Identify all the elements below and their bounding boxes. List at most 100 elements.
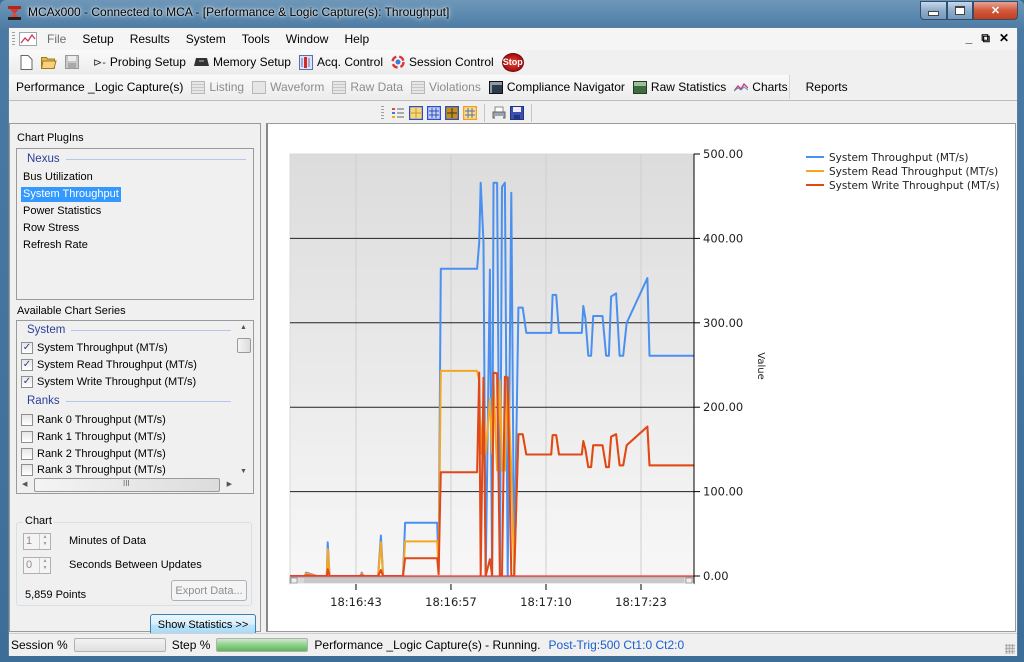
plugin-group-name: Nexus bbox=[27, 153, 60, 165]
minimize-button[interactable] bbox=[920, 1, 947, 20]
legend-icon[interactable] bbox=[391, 106, 405, 120]
listing-button[interactable]: Listing bbox=[187, 76, 248, 98]
charts-label: Charts bbox=[752, 80, 788, 94]
series-group-header-ranks: Ranks bbox=[27, 395, 231, 407]
menu-system[interactable]: System bbox=[178, 29, 234, 49]
title-bar[interactable]: MCAx000 - Connected to MCA - [Performanc… bbox=[0, 0, 1024, 26]
session-progress-bar bbox=[73, 638, 166, 652]
plugin-item-power-statistics[interactable]: Power Statistics bbox=[21, 204, 103, 219]
mdi-restore-icon[interactable]: ⧉ bbox=[981, 31, 990, 46]
chart-zoom-reset-icon bbox=[290, 577, 298, 584]
mdi-close-icon[interactable]: ✕ bbox=[999, 31, 1009, 46]
probing-setup-button[interactable]: ⊳- Probing Setup bbox=[89, 51, 190, 73]
violations-icon bbox=[411, 80, 426, 94]
menu-help[interactable]: Help bbox=[336, 29, 377, 49]
close-button[interactable]: ✕ bbox=[973, 1, 1018, 20]
acq-control-button[interactable]: Acq. Control bbox=[295, 51, 387, 73]
resize-grip[interactable] bbox=[1005, 644, 1015, 654]
reports-button[interactable]: Reports bbox=[792, 76, 852, 98]
scroll-right-icon[interactable]: ▶ bbox=[227, 480, 232, 488]
plugin-item-refresh-rate[interactable]: Refresh Rate bbox=[21, 238, 90, 253]
menu-setup[interactable]: Setup bbox=[74, 29, 121, 49]
series-label: Rank 0 Throughput (MT/s) bbox=[37, 414, 166, 426]
compliance-navigator-button[interactable]: Compliance Navigator bbox=[485, 76, 629, 98]
raw-data-icon bbox=[332, 80, 347, 94]
series-label: Rank 3 Throughput (MT/s) bbox=[37, 464, 166, 476]
maximize-button[interactable] bbox=[947, 1, 973, 20]
series-item[interactable]: ✓ System Write Throughput (MT/s) bbox=[21, 376, 196, 388]
spinner-arrows-icon[interactable]: ▲ ▼ bbox=[39, 558, 50, 573]
menu-grip[interactable] bbox=[12, 32, 15, 46]
series-item[interactable]: Rank 1 Throughput (MT/s) bbox=[21, 431, 166, 443]
save-button[interactable] bbox=[61, 51, 83, 73]
charts-button[interactable]: Charts bbox=[730, 76, 791, 98]
series-label: System Write Throughput (MT/s) bbox=[37, 376, 197, 388]
menu-tools[interactable]: Tools bbox=[234, 29, 278, 49]
scroll-thumb[interactable] bbox=[237, 338, 251, 353]
series-checkbox[interactable] bbox=[21, 431, 33, 443]
raw-statistics-button[interactable]: Raw Statistics bbox=[629, 76, 730, 98]
scroll-down-icon[interactable]: ▼ bbox=[240, 468, 247, 475]
y-axis-title: Value bbox=[755, 352, 766, 379]
step-progress-bar bbox=[216, 638, 309, 652]
violations-button[interactable]: Violations bbox=[407, 76, 485, 98]
raw-data-button[interactable]: Raw Data bbox=[328, 76, 407, 98]
series-vertical-scrollbar[interactable]: ▲ ▼ bbox=[236, 322, 252, 477]
step-progress-label: Step % bbox=[171, 638, 211, 652]
plugin-item-bus-utilization[interactable]: Bus Utilization bbox=[21, 170, 95, 185]
chart-plugins-list[interactable]: Nexus Bus Utilization System Throughput … bbox=[16, 148, 254, 300]
series-checkbox[interactable] bbox=[21, 448, 33, 460]
menu-window[interactable]: Window bbox=[278, 29, 337, 49]
series-label: Rank 1 Throughput (MT/s) bbox=[37, 431, 166, 443]
scroll-left-icon[interactable]: ◀ bbox=[22, 480, 27, 488]
series-item[interactable]: Rank 0 Throughput (MT/s) bbox=[21, 414, 166, 426]
mdi-minimize-icon[interactable]: _ bbox=[966, 31, 973, 46]
stop-button[interactable]: Stop bbox=[501, 52, 524, 72]
memory-setup-button[interactable]: Memory Setup bbox=[190, 51, 295, 73]
grid-style-3-icon[interactable] bbox=[445, 106, 459, 120]
seconds-spinner[interactable]: 0 ▲ ▼ bbox=[23, 557, 51, 574]
menu-bar: File Setup Results System Tools Window H… bbox=[9, 28, 1017, 50]
session-control-button[interactable]: Session Control bbox=[387, 51, 498, 73]
grid-style-2-icon[interactable] bbox=[427, 106, 441, 120]
scroll-thumb[interactable]: III bbox=[34, 478, 220, 492]
session-control-label: Session Control bbox=[409, 55, 494, 69]
show-statistics-button[interactable]: Show Statistics >> bbox=[150, 614, 256, 635]
series-item[interactable]: Rank 2 Throughput (MT/s) bbox=[21, 448, 166, 460]
grid-style-1-icon[interactable] bbox=[409, 106, 423, 120]
minutes-spinner[interactable]: 1 ▲ ▼ bbox=[23, 533, 51, 550]
spinner-arrows-icon[interactable]: ▲ ▼ bbox=[39, 534, 50, 549]
series-label: Rank 2 Throughput (MT/s) bbox=[37, 448, 166, 460]
new-button[interactable] bbox=[16, 51, 37, 73]
waveform-button[interactable]: Waveform bbox=[248, 76, 328, 98]
status-bar: Session % Step % Performance _Logic Capt… bbox=[9, 633, 1017, 656]
save-chart-icon[interactable] bbox=[510, 106, 524, 120]
export-data-button[interactable]: Export Data... bbox=[171, 580, 247, 601]
menu-results[interactable]: Results bbox=[122, 29, 178, 49]
plugin-item-row-stress[interactable]: Row Stress bbox=[21, 221, 81, 236]
throughput-chart[interactable]: 0.00 100.00 200.00 300.00 400.00 500.00 18:16:… bbox=[268, 124, 1016, 631]
series-checkbox[interactable] bbox=[21, 414, 33, 426]
print-icon[interactable] bbox=[492, 106, 506, 120]
waveform-icon bbox=[252, 80, 267, 94]
series-item[interactable]: ✓ System Read Throughput (MT/s) bbox=[21, 359, 197, 371]
open-button[interactable] bbox=[37, 51, 61, 73]
plugin-item-system-throughput[interactable]: System Throughput bbox=[21, 187, 121, 202]
minutes-label: Minutes of Data bbox=[69, 535, 147, 547]
series-item[interactable]: ✓ System Throughput (MT/s) bbox=[21, 342, 168, 354]
legend-label: System Read Throughput (MT/s) bbox=[829, 166, 998, 178]
series-checkbox[interactable] bbox=[21, 464, 33, 476]
capture-title: Performance _Logic Capture(s) bbox=[16, 80, 184, 94]
menu-file[interactable]: File bbox=[39, 29, 74, 49]
series-checkbox[interactable]: ✓ bbox=[21, 342, 33, 354]
series-checkbox[interactable]: ✓ bbox=[21, 376, 33, 388]
series-item[interactable]: Rank 3 Throughput (MT/s) bbox=[21, 464, 166, 476]
chart-toolbar-grip[interactable] bbox=[381, 106, 384, 120]
series-horizontal-scrollbar[interactable]: ◀ III ▶ bbox=[18, 477, 236, 493]
scroll-up-icon[interactable]: ▲ bbox=[240, 324, 247, 331]
y-tick-label: 0.00 bbox=[703, 569, 729, 583]
grid-style-4-icon[interactable] bbox=[463, 106, 477, 120]
series-checkbox[interactable]: ✓ bbox=[21, 359, 33, 371]
chart-series-list[interactable]: System ✓ System Throughput (MT/s) ✓ Syst… bbox=[16, 320, 254, 494]
x-tick-label: 18:17:23 bbox=[615, 595, 667, 609]
